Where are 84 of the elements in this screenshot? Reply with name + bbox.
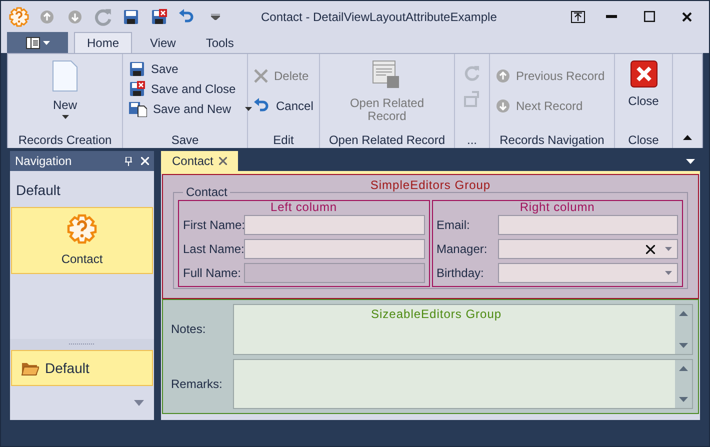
app-gear-icon[interactable] — [9, 6, 29, 26]
dropdown-caret-icon[interactable] — [665, 247, 672, 251]
ribbon-tab[interactable]: Tools — [194, 32, 246, 53]
ribbon-tab[interactable]: Home — [74, 32, 132, 53]
field-label: Notes: — [171, 321, 207, 338]
field-label: Birthday: — [436, 265, 485, 282]
dropdown-caret-icon[interactable] — [665, 271, 672, 275]
group-caption: Open Related Record — [328, 132, 446, 148]
minimize-icon[interactable] — [606, 15, 616, 18]
navigation-title: Navigation — [15, 153, 72, 170]
gear-icon — [67, 214, 97, 244]
memo-field[interactable] — [233, 304, 693, 354]
text-field[interactable] — [498, 215, 678, 235]
group-caption: Close — [627, 132, 660, 148]
field-label: Last Name: — [183, 241, 244, 258]
undo-icon — [254, 98, 270, 114]
refresh-icon — [464, 65, 480, 81]
refresh-icon[interactable] — [94, 8, 112, 26]
pin-icon[interactable] — [125, 156, 132, 166]
group-caption: ... — [466, 132, 478, 148]
customize-caret-icon[interactable] — [210, 14, 220, 20]
group-title: SimpleEditors Group — [370, 177, 491, 194]
group-caption: Records Navigation — [498, 132, 606, 148]
close-icon[interactable] — [682, 12, 692, 22]
scroll-up-icon[interactable] — [679, 366, 688, 370]
navigation-group-title: Default — [15, 181, 62, 200]
group-caption: Edit — [272, 132, 295, 148]
text-field[interactable] — [244, 215, 424, 235]
group-caption: Records Creation — [17, 132, 113, 148]
clear-icon[interactable] — [646, 244, 655, 254]
undo-icon[interactable] — [179, 8, 195, 24]
navigation-item[interactable]: Contact — [11, 207, 153, 274]
new-button[interactable]: New — [52, 60, 78, 119]
close-icon — [630, 60, 658, 88]
field-label: Remarks: — [171, 376, 224, 393]
app-menu-button[interactable] — [7, 32, 68, 53]
document-tab[interactable]: Contact — [161, 151, 238, 171]
ribbon-button[interactable]: Save and New — [129, 99, 252, 119]
down-arrow-icon[interactable] — [68, 10, 82, 24]
lookup-field[interactable] — [498, 239, 678, 259]
folder-icon — [21, 360, 39, 376]
save-close-icon[interactable] — [151, 8, 167, 24]
text-field[interactable] — [244, 239, 424, 259]
caret-icon[interactable] — [686, 159, 695, 164]
save-close-icon — [129, 81, 145, 97]
scroll-down-icon[interactable] — [679, 342, 688, 348]
window-title: Contact - DetailViewLayoutAttributeExample — [261, 8, 497, 26]
up-arrow-icon[interactable] — [40, 10, 54, 24]
field-label: First Name: — [183, 217, 244, 234]
window-stack-icon — [372, 60, 402, 90]
scroll-up-icon[interactable] — [679, 311, 688, 316]
layout-icon — [26, 36, 40, 48]
group-caption: Save — [170, 132, 200, 148]
delete-icon — [254, 69, 268, 83]
column-title: Right column — [518, 201, 596, 213]
save-icon — [129, 61, 145, 77]
splitter-grip[interactable] — [10, 339, 154, 350]
pin-window-icon[interactable] — [571, 10, 585, 22]
memo-field[interactable] — [233, 358, 693, 409]
scroll-down-icon[interactable] — [679, 397, 688, 402]
date-field[interactable] — [498, 263, 678, 283]
maximize-icon[interactable] — [644, 11, 654, 22]
field-label: Manager: — [436, 241, 488, 258]
scrollbar[interactable] — [675, 305, 692, 354]
ribbon-tab[interactable]: View — [138, 32, 188, 53]
ribbon-button[interactable]: Cancel — [254, 96, 314, 116]
window-restore-icon — [464, 91, 480, 107]
down-arrow-icon — [496, 99, 510, 113]
field-label: Email: — [436, 217, 471, 234]
scrollbar[interactable] — [675, 360, 692, 408]
navigation-group[interactable]: Default — [11, 350, 153, 386]
save-new-icon — [129, 101, 147, 117]
ribbon-button[interactable]: Save and Close — [129, 79, 236, 99]
group-title: SizeableEditors Group — [371, 306, 502, 323]
close-button[interactable]: Close — [628, 60, 659, 108]
save-icon[interactable] — [123, 8, 139, 24]
collapse-caret-icon[interactable] — [683, 135, 692, 140]
caret-icon — [42, 40, 50, 44]
grip-dots-icon — [69, 343, 95, 346]
ribbon-button[interactable]: Save — [129, 59, 178, 79]
up-arrow-icon — [496, 69, 510, 83]
column-title: Left column — [270, 201, 338, 213]
field-label: Full Name: — [183, 265, 242, 282]
document-icon — [52, 60, 78, 92]
